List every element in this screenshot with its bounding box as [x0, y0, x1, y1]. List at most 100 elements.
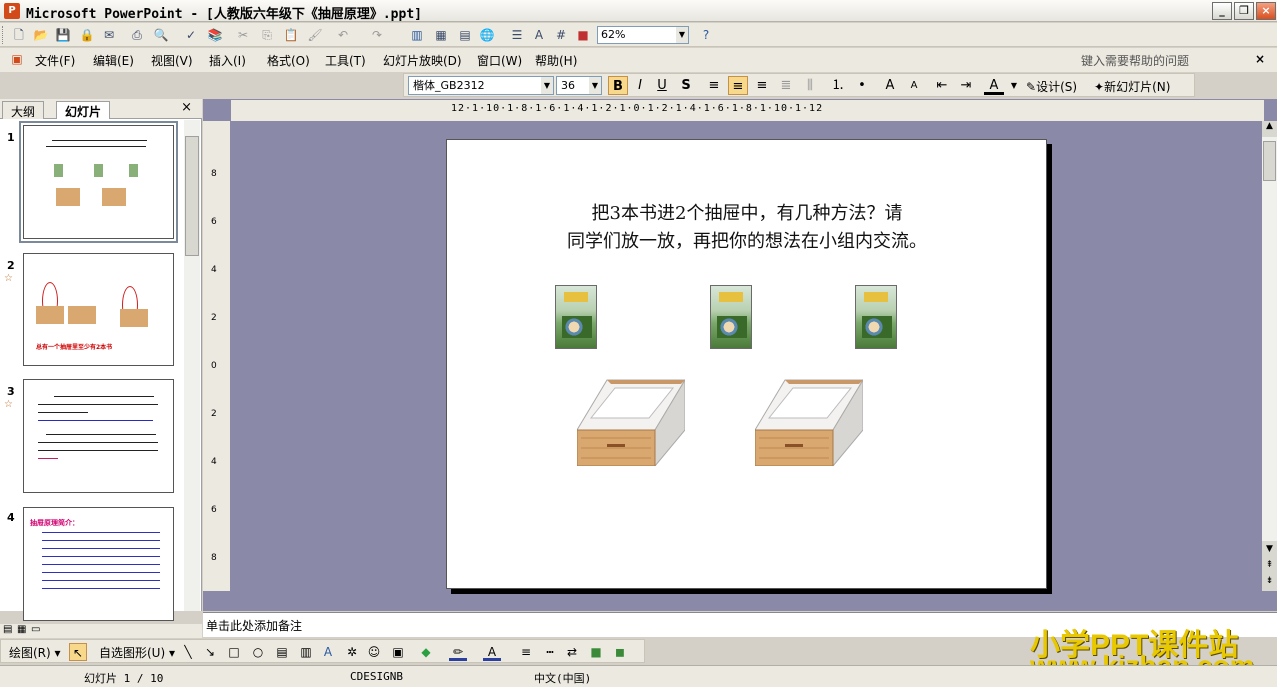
- scrollbar-thumb[interactable]: [1263, 141, 1276, 181]
- distribute-icon[interactable]: ⫼: [800, 76, 820, 95]
- bold-button[interactable]: B: [608, 76, 628, 95]
- font-size-select[interactable]: 36 ▼: [556, 76, 602, 95]
- font-color-icon[interactable]: A: [483, 643, 501, 661]
- draw-menu[interactable]: 绘图(R) ▾: [9, 644, 61, 661]
- save-icon[interactable]: 💾: [54, 26, 72, 44]
- open-icon[interactable]: 📂: [32, 26, 50, 44]
- menu-file[interactable]: 文件(F): [35, 52, 75, 69]
- insert-table-icon[interactable]: ▦: [432, 26, 450, 44]
- menu-slideshow[interactable]: 幻灯片放映(D): [383, 52, 462, 69]
- menu-help[interactable]: 帮助(H): [535, 52, 577, 69]
- rectangle-icon[interactable]: □: [225, 643, 243, 661]
- cut-icon[interactable]: ✂: [234, 26, 252, 44]
- slide-thumbnail-2[interactable]: 总有一个抽屉里至少有2本书: [23, 253, 174, 366]
- tab-outline[interactable]: 大纲: [2, 101, 45, 119]
- font-name-select[interactable]: 楷体_GB2312 ▼: [408, 76, 554, 95]
- close-button[interactable]: ×: [1256, 2, 1276, 20]
- help-question-box[interactable]: 键入需要帮助的问题: [1081, 52, 1189, 69]
- justify-icon[interactable]: ≣: [776, 76, 796, 95]
- shadow-style-icon[interactable]: ■: [587, 643, 605, 661]
- print-preview-icon[interactable]: 🔍: [152, 26, 170, 44]
- email-icon[interactable]: ✉: [100, 26, 118, 44]
- minimize-button[interactable]: _: [1212, 2, 1232, 20]
- paste-icon[interactable]: 📋: [282, 26, 300, 44]
- numbering-icon[interactable]: ⒈: [828, 76, 848, 95]
- workspace-scrollbar[interactable]: ▲ ▼ ⇞ ⇟: [1262, 121, 1277, 591]
- normal-view-icon[interactable]: ▤: [3, 624, 12, 635]
- menu-format[interactable]: 格式(O): [267, 52, 310, 69]
- toolbar-grip[interactable]: [2, 26, 5, 44]
- autoshapes-menu[interactable]: 自选图形(U) ▾: [99, 644, 175, 661]
- textbox-icon[interactable]: ▤: [273, 643, 291, 661]
- arrow-icon[interactable]: ↘: [201, 643, 219, 661]
- new-slide-button[interactable]: ✦新幻灯片(N): [1094, 78, 1170, 95]
- clipart-icon[interactable]: ☺: [365, 643, 383, 661]
- slideshow-icon[interactable]: ▭: [31, 624, 40, 635]
- chevron-down-icon[interactable]: ▼: [676, 27, 688, 43]
- redo-icon[interactable]: ↷: [368, 26, 386, 44]
- copy-icon[interactable]: ⎘: [258, 26, 276, 44]
- oval-icon[interactable]: ○: [249, 643, 267, 661]
- expand-all-icon[interactable]: ☰: [508, 26, 526, 44]
- print-icon[interactable]: ⎙: [128, 26, 146, 44]
- line-style-icon[interactable]: ≡: [517, 643, 535, 661]
- help-icon[interactable]: ?: [697, 26, 715, 44]
- undo-icon[interactable]: ↶: [334, 26, 352, 44]
- insert-chart-icon[interactable]: ▥: [408, 26, 426, 44]
- decrease-font-icon[interactable]: A: [904, 76, 924, 95]
- scrollbar-thumb[interactable]: [185, 136, 199, 256]
- drawer-image[interactable]: [755, 378, 863, 466]
- close-document-button[interactable]: ×: [1255, 52, 1265, 66]
- wordart-icon[interactable]: A: [319, 643, 337, 661]
- scroll-down-icon[interactable]: ▼ ⇞ ⇟: [1262, 541, 1277, 591]
- restore-button[interactable]: ❐: [1234, 2, 1254, 20]
- format-painter-icon[interactable]: 🖌: [306, 26, 324, 44]
- align-left-icon[interactable]: ≡: [704, 76, 724, 95]
- shadow-button[interactable]: S: [676, 76, 696, 95]
- chevron-down-icon[interactable]: ▼: [541, 77, 553, 94]
- menu-insert[interactable]: 插入(I): [209, 52, 246, 69]
- slide-sorter-icon[interactable]: ▦: [17, 624, 26, 635]
- slide-question-text[interactable]: 把3本书进2个抽屉中，有几种方法？请 同学们放一放，再把你的想法在小组内交流。: [507, 200, 987, 256]
- insert-picture-icon[interactable]: ▣: [389, 643, 407, 661]
- slide-thumbnail-4[interactable]: 抽屉原理简介：: [23, 507, 174, 621]
- 3d-style-icon[interactable]: ◼: [611, 643, 629, 661]
- permission-icon[interactable]: 🔒: [78, 26, 96, 44]
- dash-style-icon[interactable]: ┅: [541, 643, 559, 661]
- drawer-image[interactable]: [577, 378, 685, 466]
- select-objects-icon[interactable]: ↖: [69, 643, 87, 661]
- increase-indent-icon[interactable]: ⇥: [956, 76, 976, 95]
- font-color-icon[interactable]: A: [984, 76, 1004, 95]
- menu-edit[interactable]: 编辑(E): [93, 52, 134, 69]
- slide-thumbnail-3[interactable]: [23, 379, 174, 493]
- diagram-icon[interactable]: ✲: [343, 643, 361, 661]
- spelling-icon[interactable]: ✓: [182, 26, 200, 44]
- tables-borders-icon[interactable]: ▤: [456, 26, 474, 44]
- slides-pane-scrollbar[interactable]: [184, 120, 200, 611]
- bullets-icon[interactable]: •: [852, 76, 872, 95]
- increase-font-icon[interactable]: A: [880, 76, 900, 95]
- line-color-icon[interactable]: ✏: [449, 643, 467, 661]
- show-formatting-icon[interactable]: A: [530, 26, 548, 44]
- book-image[interactable]: [710, 285, 752, 349]
- research-icon[interactable]: 📚: [206, 26, 224, 44]
- menu-tools[interactable]: 工具(T): [325, 52, 366, 69]
- document-icon[interactable]: ▣: [8, 50, 26, 68]
- book-image[interactable]: [855, 285, 897, 349]
- line-icon[interactable]: ╲: [179, 643, 197, 661]
- new-icon[interactable]: 🗋: [10, 26, 28, 44]
- align-right-icon[interactable]: ≡: [752, 76, 772, 95]
- menu-window[interactable]: 窗口(W): [477, 52, 522, 69]
- slide-thumbnail-1[interactable]: [19, 121, 178, 243]
- align-center-icon[interactable]: ≡: [728, 76, 748, 95]
- close-icon[interactable]: ×: [181, 100, 192, 115]
- show-grid-icon[interactable]: #: [552, 26, 570, 44]
- chevron-down-icon[interactable]: ▼: [1004, 76, 1024, 95]
- scroll-up-icon[interactable]: ▲: [1262, 121, 1277, 137]
- color-grayscale-icon[interactable]: ■: [574, 26, 592, 44]
- chevron-down-icon[interactable]: ▼: [589, 77, 601, 94]
- design-button[interactable]: ✎设计(S): [1026, 78, 1077, 95]
- italic-button[interactable]: I: [630, 76, 650, 95]
- tab-slides[interactable]: 幻灯片: [56, 101, 111, 119]
- decrease-indent-icon[interactable]: ⇤: [932, 76, 952, 95]
